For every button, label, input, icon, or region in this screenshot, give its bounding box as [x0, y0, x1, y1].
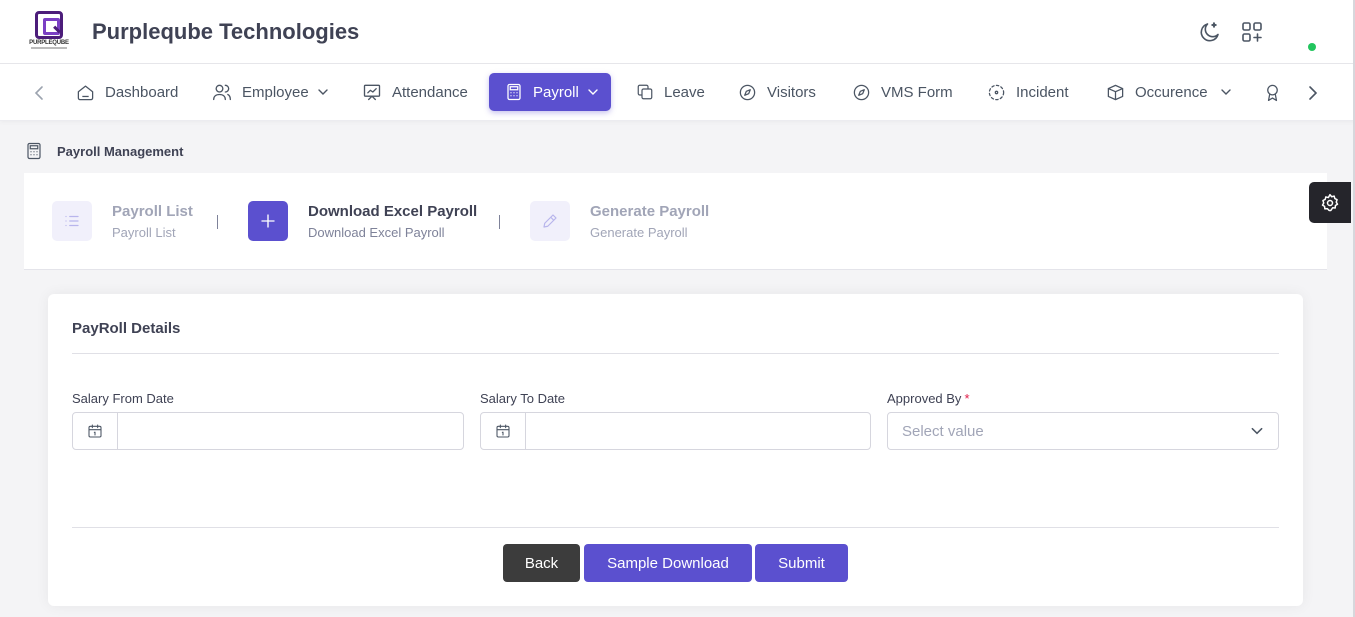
logo-mark: [35, 11, 63, 39]
company-name: Purpleqube Technologies: [92, 19, 360, 44]
chevron-down-icon: [1251, 427, 1263, 435]
nav-item-vms-form[interactable]: VMS Form: [852, 73, 953, 111]
apps-add-icon[interactable]: [1240, 20, 1264, 44]
nav-item-leave[interactable]: Leave: [636, 73, 705, 111]
main-nav: Dashboard Employee Attendance Payroll Le…: [0, 64, 1355, 121]
nav-item-label: Visitors: [767, 83, 816, 101]
online-status-dot: [1308, 43, 1316, 51]
nav-item-occurence[interactable]: Occurence: [1106, 73, 1232, 111]
home-icon: [77, 85, 94, 100]
logo-tagline: [31, 47, 67, 49]
step-subtitle: Generate Payroll: [590, 224, 688, 240]
nav-item-payroll[interactable]: Payroll: [489, 73, 611, 111]
back-button[interactable]: Back: [503, 544, 580, 582]
plus-icon: [248, 201, 288, 241]
nav-item-label: Dashboard: [105, 83, 179, 101]
salary-to-field: [480, 412, 871, 450]
step-generate-payroll[interactable]: Generate Payroll Generate Payroll: [530, 201, 709, 241]
page-title: Payroll Management: [57, 143, 184, 159]
chevron-down-icon: [318, 89, 328, 95]
logo-text: PURPLEQUBE: [29, 40, 69, 46]
focus-icon: [988, 84, 1005, 100]
salary-from-field: [72, 412, 464, 450]
required-mark: *: [964, 391, 970, 406]
chevron-down-icon: [588, 89, 598, 95]
step-separator: [499, 215, 500, 229]
gear-icon: [1321, 193, 1339, 211]
moon-icon[interactable]: [1198, 20, 1222, 44]
submit-button[interactable]: Submit: [755, 544, 848, 582]
calculator-icon: [507, 83, 521, 101]
breadcrumb: Payroll Management: [25, 142, 183, 160]
list-icon: [52, 201, 92, 241]
nav-item-label: Incident: [1016, 83, 1069, 101]
salary-to-label: Salary To Date: [480, 391, 566, 406]
salary-from-label: Salary From Date: [72, 391, 174, 406]
users-icon: [213, 84, 231, 101]
compass-icon: [739, 84, 756, 100]
payroll-steps: Payroll List Payroll List Download Excel…: [24, 173, 1327, 270]
salary-from-input[interactable]: [118, 413, 463, 449]
calculator-icon: [27, 142, 41, 160]
calendar-icon[interactable]: [73, 413, 118, 449]
nav-item-incident[interactable]: Incident: [987, 73, 1069, 111]
copy-icon: [637, 84, 653, 100]
nav-item-employee[interactable]: Employee: [212, 73, 329, 111]
nav-item-award[interactable]: [1263, 73, 1282, 111]
approved-by-select[interactable]: Select value: [887, 412, 1279, 450]
nav-scroll-right-icon[interactable]: [1302, 83, 1322, 103]
card-title: PayRoll Details: [72, 320, 181, 337]
nav-item-label: Payroll: [533, 83, 579, 101]
award-icon: [1267, 84, 1278, 101]
step-payroll-list[interactable]: Payroll List Payroll List: [52, 201, 193, 241]
nav-item-label: Occurence: [1135, 83, 1208, 101]
step-download-excel-payroll[interactable]: Download Excel Payroll Download Excel Pa…: [248, 201, 477, 241]
step-separator: [217, 215, 218, 229]
calendar-icon[interactable]: [481, 413, 526, 449]
step-subtitle: Payroll List: [112, 224, 176, 240]
chevron-down-icon: [1220, 89, 1231, 95]
settings-toggle[interactable]: [1309, 182, 1351, 223]
company-logo[interactable]: PURPLEQUBE: [29, 11, 69, 53]
app-header: PURPLEQUBE Purpleqube Technologies: [0, 0, 1355, 64]
nav-item-label: Attendance: [392, 83, 468, 101]
nav-item-label: VMS Form: [881, 83, 953, 101]
title-divider: [72, 353, 1279, 354]
nav-item-dashboard[interactable]: Dashboard: [76, 73, 178, 111]
salary-to-input[interactable]: [526, 413, 870, 449]
footer-divider: [72, 527, 1279, 528]
step-title: Payroll List: [112, 202, 193, 220]
step-subtitle: Download Excel Payroll: [308, 224, 445, 240]
compass-icon: [853, 84, 870, 100]
sample-download-button[interactable]: Sample Download: [584, 544, 752, 582]
presentation-icon: [363, 84, 381, 101]
approved-by-label: Approved By *: [887, 391, 970, 406]
nav-item-label: Leave: [664, 83, 705, 101]
nav-item-visitors[interactable]: Visitors: [738, 73, 816, 111]
step-title: Generate Payroll: [590, 202, 710, 220]
nav-item-label: Employee: [242, 83, 309, 101]
payroll-details-card: PayRoll Details Salary From Date Salary …: [48, 294, 1303, 606]
pencil-icon: [530, 201, 570, 241]
nav-scroll-left-icon[interactable]: [30, 83, 50, 103]
select-placeholder: Select value: [902, 422, 984, 440]
nav-item-attendance[interactable]: Attendance: [362, 73, 468, 111]
approved-by-label-text: Approved By: [887, 391, 962, 406]
box-icon: [1107, 84, 1124, 100]
step-title: Download Excel Payroll: [308, 202, 478, 220]
